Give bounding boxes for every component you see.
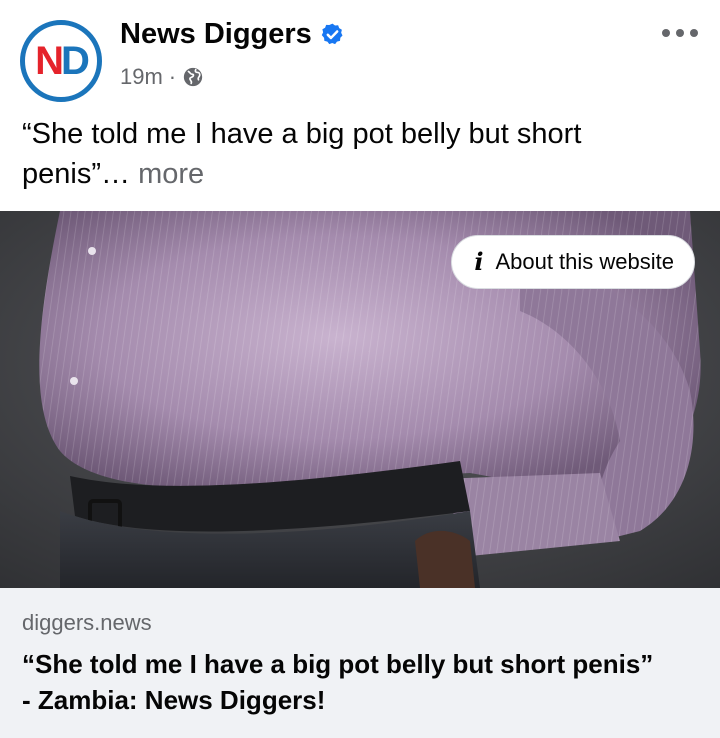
post-meta: 19m ·: [120, 64, 204, 90]
link-title: “She told me I have a big pot belly but …: [22, 646, 702, 718]
page-avatar[interactable]: N D: [20, 20, 102, 102]
page-name-link[interactable]: News Diggers: [120, 18, 312, 51]
avatar-letter-n: N: [35, 39, 64, 83]
news-feed-post: N D News Diggers 19m · “She told me I ha…: [0, 0, 720, 738]
link-preview-image[interactable]: i About this website: [0, 211, 720, 588]
more-horizontal-icon-dot: [662, 29, 670, 37]
meta-separator: ·: [168, 64, 177, 89]
about-this-website-button[interactable]: i About this website: [451, 235, 695, 289]
about-this-website-label: About this website: [495, 249, 674, 274]
link-domain: diggers.news: [22, 610, 152, 635]
link-title-line-1: “She told me I have a big pot belly but …: [22, 649, 654, 679]
info-icon: i: [474, 247, 484, 276]
caption-ellipsis: …: [101, 158, 130, 190]
avatar-logo: N D: [35, 39, 90, 83]
post-header: N D News Diggers 19m ·: [0, 0, 720, 105]
link-title-line-2: - Zambia: News Diggers!: [22, 685, 326, 715]
more-horizontal-icon-dot: [690, 29, 698, 37]
avatar-letter-d: D: [61, 39, 90, 83]
post-timestamp[interactable]: 19m: [120, 64, 163, 90]
post-caption: “She told me I have a big pot belly but …: [22, 114, 682, 194]
page-name-row: News Diggers: [120, 18, 345, 51]
verified-badge-icon: [321, 23, 343, 45]
link-preview-footer[interactable]: diggers.news “She told me I have a big p…: [0, 588, 720, 738]
globe-icon: [183, 67, 203, 87]
more-options-button[interactable]: [652, 22, 708, 44]
see-more-link[interactable]: more: [138, 158, 204, 190]
more-horizontal-icon-dot: [676, 29, 684, 37]
